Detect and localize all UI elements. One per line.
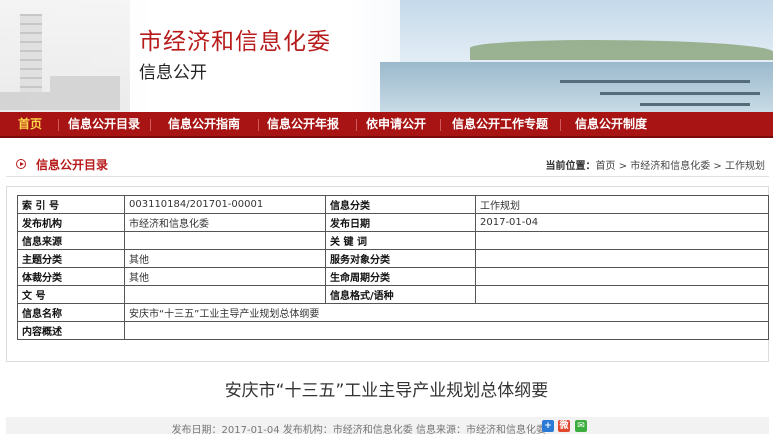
header-banner: 市经济和信息化委 信息公开	[0, 0, 773, 112]
site-title: 市经济和信息化委	[139, 29, 331, 55]
breadcrumb-path[interactable]: 首页 > 市经济和信息化委 > 工作规划	[596, 161, 765, 172]
site-subtitle: 信息公开	[139, 63, 207, 83]
table-key: 信息名称	[17, 303, 125, 322]
table-key: 生命周期分类	[325, 267, 476, 286]
plus-share-icon[interactable]: +	[542, 420, 554, 432]
table-key: 发布机构	[17, 213, 125, 232]
nav-divider	[58, 119, 59, 131]
banner-old-town	[0, 0, 130, 112]
table-value	[475, 231, 769, 250]
info-name-value: 安庆市“十三五”工业主导产业规划总体纲要	[124, 303, 769, 322]
table-row: 信息名称 安庆市“十三五”工业主导产业规划总体纲要	[17, 303, 769, 322]
nav-home[interactable]: 首页	[18, 112, 42, 138]
nav-catalog[interactable]: 信息公开目录	[68, 112, 140, 138]
table-value	[124, 231, 326, 250]
arrow-right-icon	[16, 159, 26, 169]
table-key: 索 引 号	[17, 195, 125, 214]
nav-by-request[interactable]: 依申请公开	[366, 112, 426, 138]
table-row: 主题分类 其他 服务对象分类	[17, 249, 769, 268]
table-row: 文 号 信息格式/语种	[17, 285, 769, 304]
pagoda-image	[20, 14, 42, 100]
table-value: 工作规划	[475, 195, 769, 214]
table-value: 003110184/201701-00001	[124, 195, 326, 214]
table-row: 体裁分类 其他 生命周期分类	[17, 267, 769, 286]
nav-divider	[356, 119, 357, 131]
table-key: 体裁分类	[17, 267, 125, 286]
nav-guide[interactable]: 信息公开指南	[168, 112, 240, 138]
table-value	[475, 285, 769, 304]
section-title: 信息公开目录	[36, 158, 109, 172]
main-nav: 首页 信息公开目录 信息公开指南 信息公开年报 依申请公开 信息公开工作专题 信…	[0, 112, 773, 138]
document-title: 安庆市“十三五”工业主导产业规划总体纲要	[224, 381, 549, 401]
table-row: 索 引 号 003110184/201701-00001 信息分类 工作规划	[17, 195, 769, 214]
banner-pier	[600, 92, 760, 95]
banner-pier	[560, 80, 750, 83]
table-key: 服务对象分类	[325, 249, 476, 268]
info-table: 索 引 号 003110184/201701-00001 信息分类 工作规划 发…	[17, 195, 769, 340]
nav-system[interactable]: 信息公开制度	[575, 112, 647, 138]
table-row: 信息来源 关 键 词	[17, 231, 769, 250]
document-meta-bar: 发布日期：2017-01-04 发布机构：市经济和信息化委 信息来源：市经济和信…	[6, 417, 769, 434]
wechat-icon[interactable]: ✉	[575, 420, 587, 432]
breadcrumb-label: 当前位置：	[545, 161, 596, 172]
table-key: 发布日期	[325, 213, 476, 232]
document-meta: 发布日期：2017-01-04 发布机构：市经济和信息化委 信息来源：市经济和信…	[171, 425, 546, 434]
table-key: 信息格式/语种	[325, 285, 476, 304]
table-key: 信息分类	[325, 195, 476, 214]
nav-special-topics[interactable]: 信息公开工作专题	[452, 112, 548, 138]
table-row: 发布机构 市经济和信息化委 发布日期 2017-01-04	[17, 213, 769, 232]
breadcrumb: 当前位置：首页 > 市经济和信息化委 > 工作规划	[546, 157, 765, 172]
table-value: 市经济和信息化委	[124, 213, 326, 232]
house-shape	[0, 92, 120, 110]
nav-divider	[150, 119, 151, 131]
table-row: 内容概述	[17, 321, 769, 340]
section-header: 信息公开目录 当前位置：首页 > 市经济和信息化委 > 工作规划	[6, 153, 769, 177]
info-summary-value	[124, 321, 769, 340]
table-value	[475, 249, 769, 268]
nav-divider	[560, 119, 561, 131]
nav-divider	[258, 119, 259, 131]
table-value	[124, 285, 326, 304]
table-key: 文 号	[17, 285, 125, 304]
table-key: 关 键 词	[325, 231, 476, 250]
table-key: 内容概述	[17, 321, 125, 340]
nav-annual-report[interactable]: 信息公开年报	[267, 112, 339, 138]
banner-pier	[640, 103, 750, 106]
table-value: 其他	[124, 249, 326, 268]
table-value	[475, 267, 769, 286]
table-value: 其他	[124, 267, 326, 286]
table-key: 信息来源	[17, 231, 125, 250]
nav-divider	[440, 119, 441, 131]
table-value: 2017-01-04	[475, 213, 769, 232]
weibo-icon[interactable]: 微	[558, 420, 570, 432]
table-key: 主题分类	[17, 249, 125, 268]
